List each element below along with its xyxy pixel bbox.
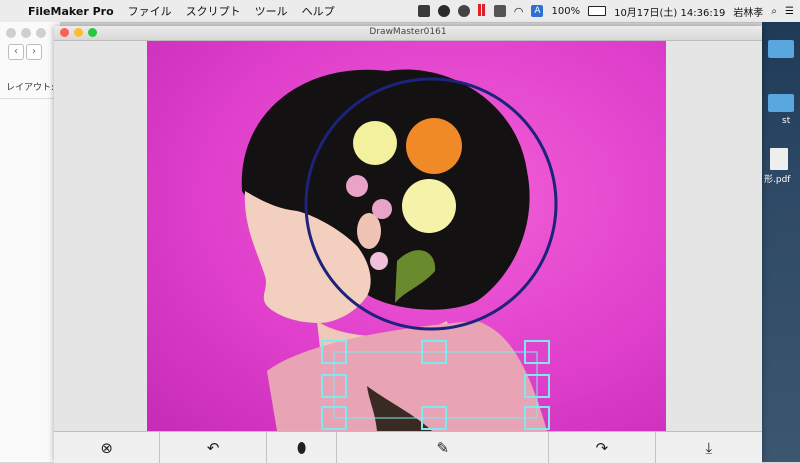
desktop-file-label: st [782,116,791,126]
menu-file[interactable]: ファイル [128,3,172,19]
user-name[interactable]: 岩林孝 [733,4,763,19]
clear-icon: ⊗ [100,438,113,457]
battery-icon[interactable] [588,6,607,16]
zoom-dot-inactive[interactable] [36,28,46,38]
yellow-flower [353,121,397,165]
status-icon-b[interactable] [437,5,450,17]
ink-color-button[interactable]: ⬮ [267,432,338,463]
app-name-menu[interactable]: FileMaker Pro [28,5,114,18]
orange-flower [406,118,462,174]
clock[interactable]: 10月17日(土) 14:36:19 [614,4,725,19]
previous-record-button[interactable]: ‹ [8,44,24,60]
ink-drop-icon: ⬮ [296,438,307,457]
pink-blossom [346,175,368,197]
desktop-folder-icon[interactable] [768,40,794,58]
desktop-pdf-label: 形.pdf [764,175,791,185]
pink-blossom [372,199,392,219]
menu-help[interactable]: ヘルプ [302,3,335,19]
wifi-icon[interactable]: ◠ [514,5,524,18]
menu-script[interactable]: スクリプト [186,3,241,19]
divider [0,98,60,99]
next-record-button[interactable]: › [26,44,42,60]
minimize-dot-inactive[interactable] [21,28,31,38]
yellow-flower-small [402,179,456,233]
window-titlebar[interactable]: DrawMaster0161 [54,26,762,41]
bottom-toolbar: ⊗ ↶ ⬮ ✎ ↷ ⤓ [54,431,762,463]
input-method-icon[interactable]: A [531,5,544,17]
display-icon[interactable] [493,5,506,17]
background-window-traffic-lights [6,28,46,38]
save-button[interactable]: ⤓ [656,432,762,463]
pen-tool-button[interactable]: ✎ [337,432,550,463]
window-title: DrawMaster0161 [369,27,447,37]
canvas-artwork [241,69,558,431]
close-dot-inactive[interactable] [6,28,16,38]
status-icon-a[interactable] [417,5,430,17]
ear-shape [357,213,381,249]
menu-bar: FileMaker Pro ファイル スクリプト ツール ヘルプ ◠ A 100… [0,0,800,23]
save-icon: ⤓ [705,438,713,457]
undo-button[interactable]: ↶ [160,432,267,463]
notification-center-icon[interactable]: ☰ [785,6,794,17]
pink-blossom [370,252,388,270]
spotlight-icon[interactable]: ⌕ [771,6,777,17]
redo-button[interactable]: ↷ [549,432,656,463]
redo-icon: ↷ [595,438,609,457]
clear-button[interactable]: ⊗ [54,432,161,463]
drawing-canvas[interactable] [147,41,666,431]
desktop-folder-icon[interactable] [768,94,794,112]
background-window: ‹ › レイアウト: [0,22,61,462]
record-navigation: ‹ › [8,44,42,60]
undo-icon: ↶ [206,438,220,457]
status-area: ◠ A 100% 10月17日(土) 14:36:19 岩林孝 ⌕ ☰ [417,0,794,22]
battery-percent: 100% [551,5,581,17]
desktop: st 形.pdf [762,22,800,462]
pen-icon: ✎ [436,438,450,457]
red-bars-icon[interactable] [477,3,486,19]
layout-label: レイアウト: [6,83,55,93]
desktop-pdf-icon[interactable] [770,148,788,170]
drawmaster-window: DrawMaster0161 ⊗ ↶ ⬮ ✎ ↷ ⤓ [54,26,762,463]
cloud-icon[interactable] [457,5,470,17]
menu-tools[interactable]: ツール [255,3,288,19]
